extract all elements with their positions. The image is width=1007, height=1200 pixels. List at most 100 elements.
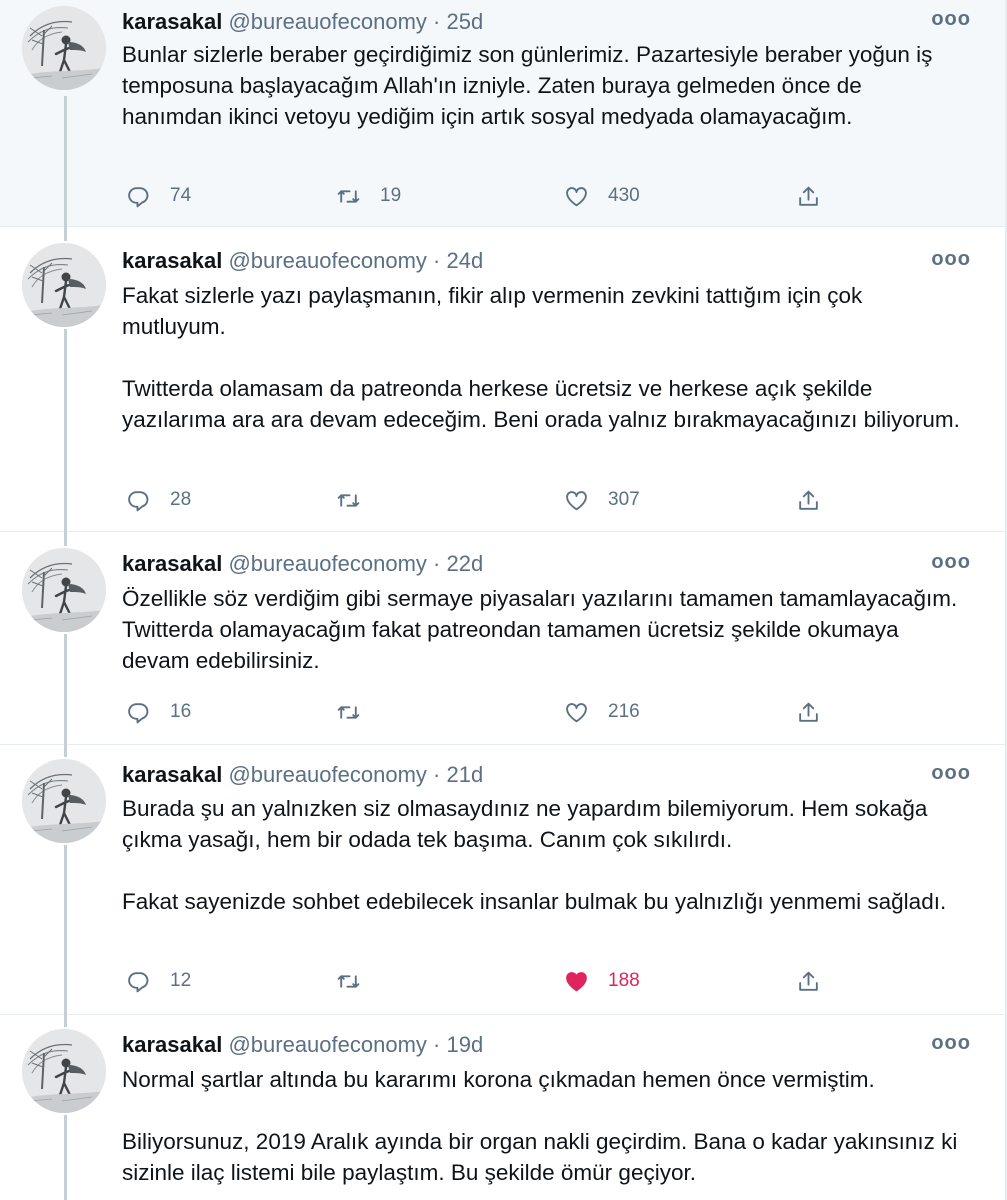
retweet-count: 19 (380, 185, 402, 206)
like-button[interactable]: 307 (564, 486, 640, 514)
thread-connector-line (64, 227, 67, 241)
action-bar: 74 19 430 (126, 182, 846, 210)
author-name[interactable]: karasakal (122, 9, 222, 34)
tweet-paragraph: Fakat sizlerle yazı paylaşmanın, fikir a… (122, 283, 863, 339)
like-count: 307 (608, 489, 640, 510)
more-options-icon[interactable]: ooo (931, 762, 971, 785)
tweet-paragraph: Fakat sayenizde sohbet edebilecek insanl… (122, 889, 947, 914)
retweet-button[interactable]: 19 (336, 182, 401, 210)
share-icon (799, 186, 818, 206)
tweet-paragraph: Bunlar sizlerle beraber geçirdiğimiz son… (122, 42, 933, 129)
tweet-paragraph: Normal şartlar altında bu kararımı koron… (122, 1067, 875, 1092)
heart-icon (566, 490, 587, 510)
reply-icon (128, 186, 149, 207)
thread-connector-line (64, 96, 67, 227)
action-bar: 16 216 (126, 698, 846, 726)
thread-connector-line (64, 745, 67, 757)
tweet-header: karasakal @bureauofeconomy · 25d (122, 9, 483, 35)
tweet-header: karasakal @bureauofeconomy · 21d (122, 762, 483, 788)
heart-icon (566, 702, 587, 722)
separator-dot: · (433, 1032, 441, 1057)
tweet-text: Fakat sizlerle yazı paylaşmanın, fikir a… (122, 280, 962, 435)
thread-connector-line (64, 845, 67, 1015)
avatar[interactable] (22, 6, 106, 90)
thread-connector-line (64, 532, 67, 546)
tweet-paragraph: Özellikle söz verdiğim gibi sermaye piya… (122, 586, 958, 673)
separator-dot: · (433, 248, 441, 273)
author-name[interactable]: karasakal (122, 762, 222, 787)
author-handle[interactable]: @bureauofeconomy (228, 1032, 426, 1057)
more-options-icon[interactable]: ooo (931, 551, 971, 574)
reply-icon (128, 490, 149, 511)
avatar[interactable] (22, 548, 106, 632)
separator-dot: · (433, 762, 441, 787)
tweet-text: Burada şu an yalnızken siz olmasaydınız … (122, 793, 962, 917)
heart-filled-icon (566, 971, 587, 991)
avatar[interactable] (22, 759, 106, 843)
tweet[interactable]: karasakal @bureauofeconomy · 22d ooo Öze… (0, 532, 1005, 745)
thread-connector-line (64, 329, 67, 532)
tweet-header: karasakal @bureauofeconomy · 19d (122, 1032, 483, 1058)
reply-count: 74 (170, 185, 192, 206)
retweet-icon (337, 493, 360, 507)
timestamp[interactable]: 25d (446, 9, 483, 34)
like-button[interactable]: 430 (564, 182, 640, 210)
like-button-active[interactable]: 188 (564, 967, 640, 995)
tweet-text: Bunlar sizlerle beraber geçirdiğimiz son… (122, 39, 962, 132)
retweet-icon (337, 705, 360, 719)
author-name[interactable]: karasakal (122, 551, 222, 576)
reply-button[interactable]: 12 (126, 967, 191, 995)
thread-connector-line (64, 634, 67, 745)
share-icon (799, 702, 818, 722)
reply-button[interactable]: 16 (126, 698, 191, 726)
tweet-text: Özellikle söz verdiğim gibi sermaye piya… (122, 583, 962, 676)
share-button[interactable] (796, 486, 821, 514)
timestamp[interactable]: 19d (446, 1032, 483, 1057)
action-bar: 12 188 (126, 967, 846, 995)
reply-count: 12 (170, 970, 192, 991)
tweet-header: karasakal @bureauofeconomy · 24d (122, 248, 483, 274)
timestamp[interactable]: 21d (446, 762, 483, 787)
share-button[interactable] (796, 698, 821, 726)
reply-icon (128, 702, 149, 723)
author-name[interactable]: karasakal (122, 248, 222, 273)
tweet[interactable]: karasakal @bureauofeconomy · 24d ooo Fak… (0, 227, 1005, 532)
reply-button[interactable]: 74 (126, 182, 191, 210)
tweet-text: Normal şartlar altında bu kararımı koron… (122, 1064, 962, 1188)
separator-dot: · (433, 9, 441, 34)
avatar[interactable] (22, 243, 106, 327)
more-options-icon[interactable]: ooo (931, 8, 971, 31)
author-handle[interactable]: @bureauofeconomy (228, 248, 426, 273)
retweet-button[interactable] (336, 967, 361, 995)
tweet[interactable]: karasakal @bureauofeconomy · 21d ooo Bur… (0, 745, 1005, 1015)
author-handle[interactable]: @bureauofeconomy (228, 551, 426, 576)
more-options-icon[interactable]: ooo (931, 1032, 971, 1055)
reply-count: 16 (170, 701, 192, 722)
retweet-button[interactable] (336, 486, 361, 514)
tweet-header: karasakal @bureauofeconomy · 22d (122, 551, 483, 577)
share-button[interactable] (796, 967, 821, 995)
author-handle[interactable]: @bureauofeconomy (228, 9, 426, 34)
like-count: 430 (608, 185, 640, 206)
avatar[interactable] (22, 1029, 106, 1113)
timestamp[interactable]: 22d (446, 551, 483, 576)
share-icon (799, 490, 818, 510)
separator-dot: · (433, 551, 441, 576)
retweet-button[interactable] (336, 698, 361, 726)
more-options-icon[interactable]: ooo (931, 248, 971, 271)
share-button[interactable] (796, 182, 821, 210)
tweet-paragraph: Twitterda olamasam da patreonda herkese … (122, 376, 960, 432)
tweet-paragraph: Burada şu an yalnızken siz olmasaydınız … (122, 796, 928, 852)
tweet[interactable]: karasakal @bureauofeconomy · 19d ooo Nor… (0, 1015, 1005, 1200)
reply-button[interactable]: 28 (126, 486, 191, 514)
tweet[interactable]: karasakal @bureauofeconomy · 25d ooo Bun… (0, 0, 1005, 227)
like-count: 188 (608, 970, 640, 991)
author-handle[interactable]: @bureauofeconomy (228, 762, 426, 787)
timestamp[interactable]: 24d (446, 248, 483, 273)
retweet-icon (337, 974, 360, 988)
reply-count: 28 (170, 489, 192, 510)
author-name[interactable]: karasakal (122, 1032, 222, 1057)
share-icon (799, 971, 818, 991)
thread-connector-line (64, 1115, 67, 1200)
like-button[interactable]: 216 (564, 698, 640, 726)
